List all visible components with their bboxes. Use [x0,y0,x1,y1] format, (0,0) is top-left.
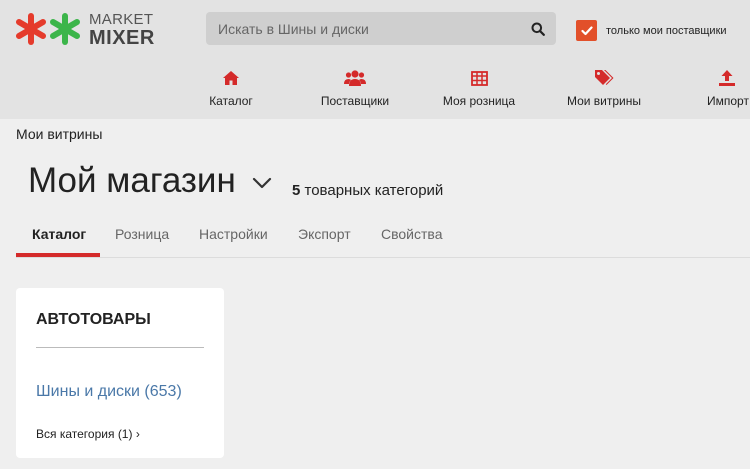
only-my-suppliers-checkbox[interactable] [576,20,597,41]
category-count-number: 5 [292,182,301,199]
page-title[interactable]: Мой магазин [28,161,236,201]
active-tab-indicator [16,253,100,257]
nav-item-label: Каталог [209,94,253,108]
nav-item-label: Поставщики [320,94,390,108]
tags-icon [594,68,614,88]
page-tabs: Каталог Розница Настройки Экспорт Свойст… [16,218,750,258]
divider [36,347,204,348]
logo-asterisks-icon [16,13,80,45]
nav-item-label: Мои витрины [566,94,642,108]
search-icon [531,22,545,36]
search-button[interactable] [527,18,549,40]
category-card: АВТОТОВАРЫ Шины и диски (653) Вся катего… [16,288,224,458]
logo[interactable]: MARKET MIXER [15,10,165,50]
nav-item-label: Импорт [707,94,749,108]
top-header: MARKET MIXER только мои поставщики Катал… [0,0,750,119]
upload-icon [706,68,736,88]
chevron-down-icon [252,177,272,189]
tab-settings[interactable]: Настройки [199,226,268,242]
tab-export[interactable]: Экспорт [298,226,351,242]
nav-item-label: Моя розница [442,94,516,108]
chevron-right-icon: › [135,427,140,441]
home-icon [222,68,240,88]
breadcrumb[interactable]: Мои витрины [16,126,102,142]
subcategory-link[interactable]: Шины и диски (653) [36,383,182,401]
tab-catalog[interactable]: Каталог [32,226,86,242]
whole-category-count: (1) [117,427,133,441]
check-icon [580,25,593,35]
whole-category-label: Вся категория [36,427,115,441]
tab-properties[interactable]: Свойства [381,226,442,242]
nav-item-suppliers[interactable]: Поставщики [319,68,391,112]
nav-item-catalog[interactable]: Каталог [205,68,257,112]
logo-line2: MIXER [89,27,155,49]
table-icon [470,68,488,88]
store-switcher-toggle[interactable] [251,172,273,194]
only-my-suppliers-label[interactable]: только мои поставщики [606,25,727,37]
nav-item-my-retail[interactable]: Моя розница [442,68,516,112]
logo-text: MARKET MIXER [89,12,155,48]
category-card-title: АВТОТОВАРЫ [36,311,151,328]
nav-item-my-storefronts[interactable]: Мои витрины [566,68,642,112]
search-input[interactable] [206,12,556,45]
tab-retail[interactable]: Розница [115,226,169,242]
category-count: 5 товарных категорий [292,182,443,199]
logo-line1: MARKET [89,11,154,28]
users-icon [344,68,366,88]
nav-item-import[interactable]: Импорт [706,68,750,112]
category-count-suffix: товарных категорий [304,182,444,199]
whole-category-link[interactable]: Вся категория (1) › [36,427,140,441]
